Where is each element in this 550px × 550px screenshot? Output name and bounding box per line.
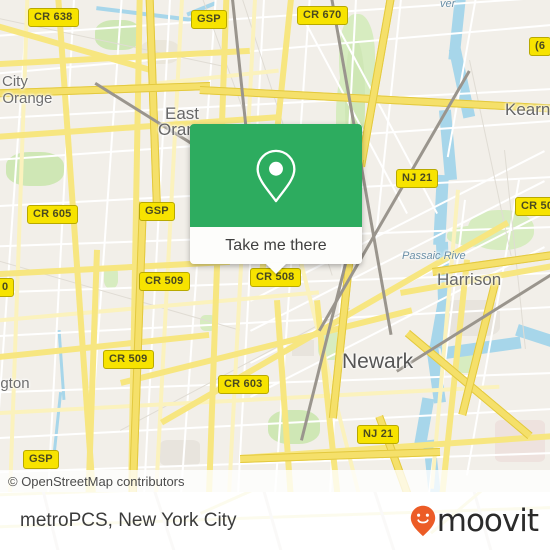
callout-header [190, 124, 362, 227]
map-route-shield: 0 [0, 278, 15, 297]
moovit-smiley-pin-icon [410, 505, 435, 537]
map-route-shield: GSP [139, 202, 175, 221]
moovit-logo[interactable]: moovit [410, 503, 539, 539]
map-place-label: f Orange [0, 90, 53, 107]
moovit-map-screenshot: Cityf OrangeEastOrangeKearnyHarrisonNewa… [0, 0, 550, 550]
location-callout-card[interactable]: Take me there [190, 124, 362, 274]
moovit-wordmark: moovit [436, 503, 539, 539]
map-attribution: © OpenStreetMap contributors [0, 470, 550, 492]
map-place-label: Passaic Rive [402, 250, 466, 262]
map-place-label: City [2, 73, 28, 90]
location-pin-icon [256, 149, 296, 202]
map-route-shield: CR 603 [218, 375, 269, 394]
take-me-there-label: Take me there [225, 236, 327, 254]
map-stream [52, 392, 63, 452]
map-route-shield: CR 670 [297, 6, 348, 25]
map-route-shield: CR 507 [515, 197, 550, 216]
take-me-there-button[interactable]: Take me there [190, 227, 362, 274]
map-place-label: Kearny [505, 100, 550, 119]
map-place-label: ver [440, 0, 456, 10]
map-place-label: Harrison [437, 270, 502, 289]
map-route-shield: NJ 21 [396, 169, 439, 188]
map-route-shield: GSP [191, 10, 227, 29]
map-landuse [160, 440, 200, 466]
map-park [268, 410, 320, 444]
map-route-shield: NJ 21 [357, 425, 400, 444]
map-route-shield: CR 605 [27, 205, 78, 224]
map-route-shield: CR 638 [28, 8, 79, 27]
map-motorway-gsp [145, 0, 162, 211]
map-route-shield: CR 509 [139, 272, 190, 291]
page-title: metroPCS, New York City [20, 510, 237, 531]
map-canvas[interactable]: Cityf OrangeEastOrangeKearnyHarrisonNewa… [0, 0, 550, 492]
map-route-shield: GSP [23, 450, 59, 469]
map-route-shield: (6 [529, 37, 550, 56]
callout-pointer [265, 263, 287, 274]
map-route-shield: CR 509 [103, 350, 154, 369]
attribution-text: © OpenStreetMap contributors [8, 473, 185, 489]
map-place-label: ngton [0, 375, 30, 392]
map-place-label: Newark [342, 350, 414, 373]
footer-bar: metroPCS, New York City moovit [0, 492, 550, 550]
